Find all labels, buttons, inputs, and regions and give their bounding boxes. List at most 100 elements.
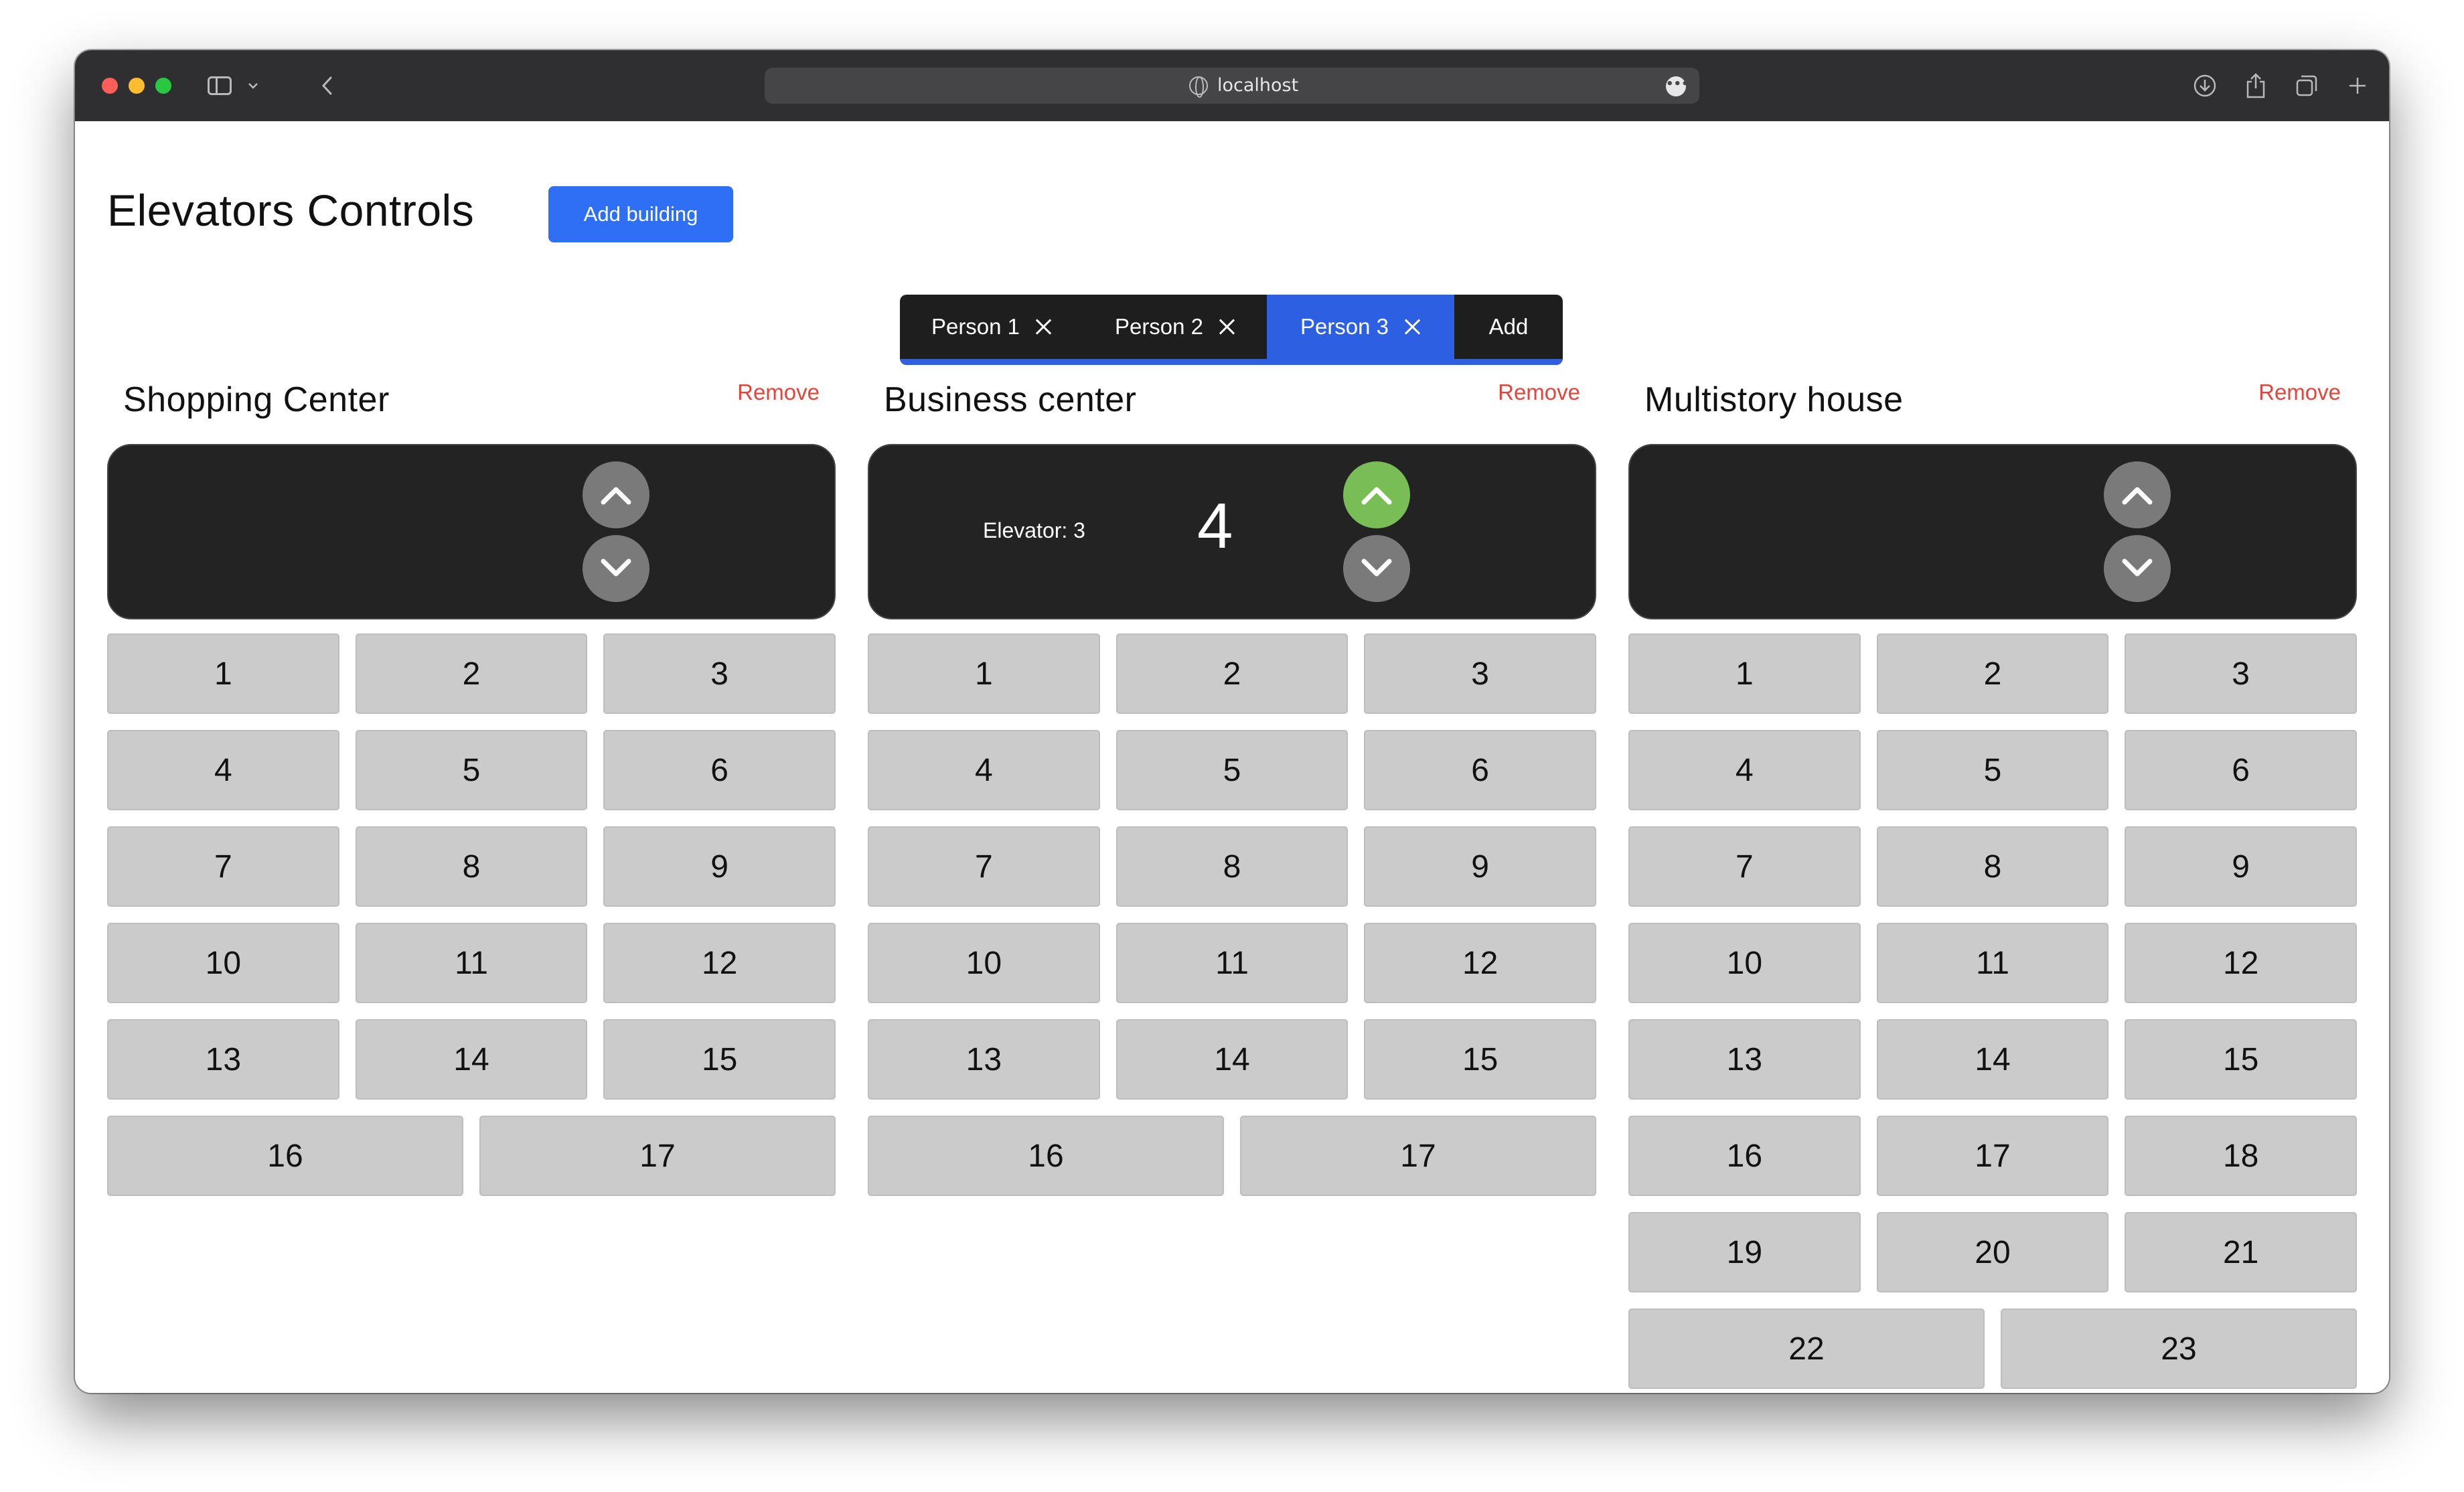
browser-titlebar: localhost •••	[75, 50, 2389, 121]
call-down-button[interactable]	[2104, 535, 2171, 602]
floor-button[interactable]: 8	[355, 826, 588, 907]
close-icon[interactable]	[1218, 318, 1235, 335]
chevron-down-icon[interactable]	[245, 70, 261, 101]
floor-button[interactable]: 6	[2125, 730, 2357, 810]
minimize-window-button[interactable]	[129, 78, 145, 94]
chevron-down-icon	[1361, 558, 1392, 577]
call-down-button[interactable]	[1343, 535, 1410, 602]
floor-button[interactable]: 6	[603, 730, 836, 810]
floor-button[interactable]: 15	[603, 1019, 836, 1100]
address-bar[interactable]: localhost •••	[765, 68, 1699, 104]
floor-button[interactable]: 13	[868, 1019, 1100, 1100]
zoom-window-button[interactable]	[155, 78, 171, 94]
elevator-label: Elevator: 3	[983, 518, 1085, 542]
tab-label: Person 3	[1300, 314, 1389, 339]
chevron-down-icon	[601, 558, 631, 577]
back-icon[interactable]	[320, 70, 333, 101]
chevron-up-icon	[601, 487, 631, 505]
tab-person-2[interactable]: Person 2	[1083, 295, 1267, 359]
remove-building-button[interactable]: Remove	[2258, 380, 2341, 405]
floor-button[interactable]: 5	[1115, 730, 1349, 810]
floor-button[interactable]: 8	[1876, 826, 2109, 907]
floor-button[interactable]: 12	[1364, 923, 1596, 1003]
chevron-up-icon	[2122, 487, 2153, 505]
floor-button[interactable]: 7	[107, 826, 339, 907]
call-up-button[interactable]	[1343, 461, 1410, 528]
floor-button[interactable]: 12	[2125, 923, 2357, 1003]
floor-button[interactable]: 12	[603, 923, 836, 1003]
floor-button[interactable]: 20	[1876, 1212, 2109, 1292]
call-down-button[interactable]	[583, 535, 649, 602]
floor-button[interactable]: 13	[107, 1019, 339, 1100]
floor-button[interactable]: 15	[2125, 1019, 2357, 1100]
call-up-button[interactable]	[583, 461, 649, 528]
floor-button[interactable]: 17	[1876, 1116, 2109, 1196]
new-tab-icon[interactable]	[2339, 68, 2376, 104]
remove-building-button[interactable]: Remove	[737, 380, 820, 405]
floor-button[interactable]: 17	[479, 1116, 836, 1196]
floor-button[interactable]: 10	[1628, 923, 1861, 1003]
floor-button[interactable]: 5	[355, 730, 588, 810]
floor-button[interactable]: 16	[107, 1116, 463, 1196]
floor-button[interactable]: 18	[2125, 1116, 2357, 1196]
floor-button[interactable]: 16	[1628, 1116, 1861, 1196]
more-options-icon[interactable]: •••	[1666, 76, 1689, 96]
floor-button[interactable]: 8	[1115, 826, 1349, 907]
floor-button[interactable]: 23	[2001, 1309, 2357, 1389]
close-icon[interactable]	[1403, 318, 1421, 335]
floor-button[interactable]: 1	[1628, 633, 1861, 714]
floor-button[interactable]: 14	[1115, 1019, 1349, 1100]
floor-button[interactable]: 9	[603, 826, 836, 907]
sidebar-toggle-icon[interactable]	[206, 70, 233, 101]
floor-button[interactable]: 16	[868, 1116, 1224, 1196]
elevator-panel	[1628, 444, 2357, 619]
floor-button[interactable]: 7	[868, 826, 1100, 907]
add-person-button[interactable]: Add	[1454, 295, 1563, 359]
floor-button[interactable]: 1	[868, 633, 1100, 714]
floor-button[interactable]: 10	[868, 923, 1100, 1003]
floor-button[interactable]: 3	[1364, 633, 1596, 714]
floor-button[interactable]: 11	[1876, 923, 2109, 1003]
chevron-down-icon	[2122, 558, 2153, 577]
floor-button[interactable]: 1	[107, 633, 339, 714]
floor-button[interactable]: 9	[2125, 826, 2357, 907]
floor-button[interactable]: 11	[355, 923, 588, 1003]
floor-button[interactable]: 11	[1115, 923, 1349, 1003]
floor-button[interactable]: 3	[2125, 633, 2357, 714]
page-content: Elevators Controls Add building Person 1…	[75, 121, 2389, 1393]
floor-button[interactable]: 4	[1628, 730, 1861, 810]
floor-button[interactable]: 19	[1628, 1212, 1861, 1292]
page-title: Elevators Controls	[107, 185, 475, 235]
floor-button[interactable]: 2	[1876, 633, 2109, 714]
floor-button[interactable]: 4	[868, 730, 1100, 810]
download-icon[interactable]	[2187, 68, 2223, 104]
share-icon[interactable]	[2238, 68, 2274, 104]
elevator-panel: Elevator: 3 4	[868, 444, 1596, 619]
floor-button[interactable]: 5	[1876, 730, 2109, 810]
floor-button[interactable]: 2	[355, 633, 588, 714]
floor-button[interactable]: 2	[1115, 633, 1349, 714]
add-building-button[interactable]: Add building	[548, 186, 733, 242]
floor-button[interactable]: 17	[1240, 1116, 1596, 1196]
floor-button[interactable]: 14	[355, 1019, 588, 1100]
remove-building-button[interactable]: Remove	[1498, 380, 1580, 405]
chevron-up-icon	[1361, 487, 1392, 505]
tab-person-1[interactable]: Person 1	[900, 295, 1083, 359]
close-window-button[interactable]	[102, 78, 118, 94]
floor-button[interactable]: 14	[1876, 1019, 2109, 1100]
tabs-overview-icon[interactable]	[2289, 68, 2325, 104]
tab-person-3[interactable]: Person 3	[1267, 295, 1454, 359]
floor-button[interactable]: 15	[1364, 1019, 1596, 1100]
floor-button[interactable]: 6	[1364, 730, 1596, 810]
floor-button[interactable]: 10	[107, 923, 339, 1003]
floor-button[interactable]: 3	[603, 633, 836, 714]
floor-button[interactable]: 9	[1364, 826, 1596, 907]
elevator-panel	[107, 444, 836, 619]
floor-button[interactable]: 7	[1628, 826, 1861, 907]
close-icon[interactable]	[1034, 318, 1052, 335]
floor-button[interactable]: 4	[107, 730, 339, 810]
call-up-button[interactable]	[2104, 461, 2171, 528]
floor-button[interactable]: 22	[1628, 1309, 1985, 1389]
floor-button[interactable]: 21	[2125, 1212, 2357, 1292]
floor-button[interactable]: 13	[1628, 1019, 1861, 1100]
